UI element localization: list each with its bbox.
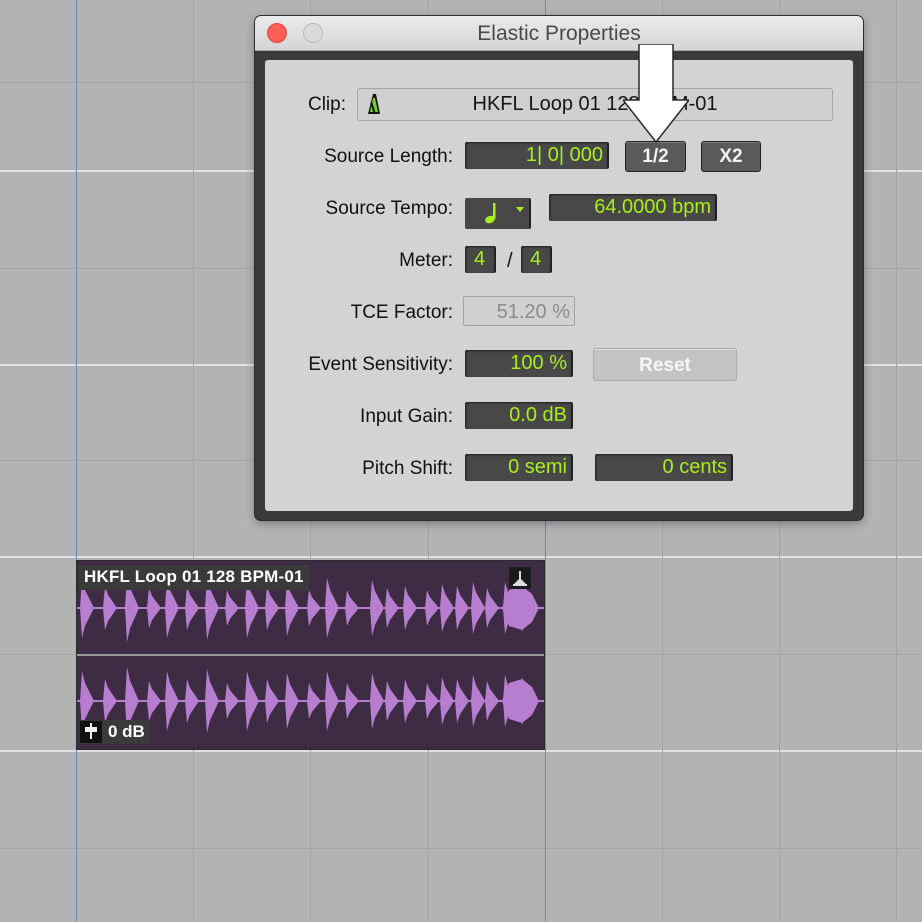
half-button[interactable]: 1/2 [625, 141, 686, 172]
tce-factor-field: 51.20 % [463, 296, 575, 326]
waveform-transient [285, 673, 299, 729]
quarter-note-icon [485, 203, 524, 224]
waveform-transient [370, 673, 384, 729]
input-gain-label: Input Gain: [360, 406, 453, 427]
clip-gain-value: 0 dB [108, 722, 145, 741]
waveform-transient [103, 679, 117, 723]
meter-numerator-field[interactable]: 4 [465, 246, 496, 273]
pointer-arrow-annotation [623, 44, 689, 144]
waveform-transient [265, 586, 279, 630]
waveform-transient [403, 586, 417, 630]
source-length-field[interactable]: 1| 0| 000 [465, 142, 609, 169]
beat-line [193, 0, 194, 922]
waveform-transient [103, 586, 117, 630]
audio-clip[interactable]: HKFL Loop 01 128 BPM-01 0 dB [76, 560, 545, 750]
properties-panel: Clip: HKFL Loop 01 128 BPM-01 Source Len… [265, 60, 853, 511]
bar-line [76, 0, 77, 922]
source-tempo-label: Source Tempo: [325, 198, 453, 219]
sync-glyph [513, 571, 527, 586]
window-title: Elastic Properties [477, 22, 641, 45]
waveform-transient [385, 681, 399, 721]
input-gain-field[interactable]: 0.0 dB [465, 402, 573, 429]
elastic-properties-window: Elastic Properties Clip: HKFL Loop 01 12… [255, 16, 863, 520]
waveform-transient [185, 586, 199, 630]
clip-gain-icon [80, 721, 102, 743]
waveform-transient [485, 588, 499, 628]
metronome-icon [368, 94, 380, 115]
waveform-transient [385, 588, 399, 628]
meter-denominator-field[interactable]: 4 [521, 246, 552, 273]
waveform-transient [225, 683, 239, 719]
waveform-transient [455, 586, 469, 630]
waveform-transient [485, 681, 499, 721]
waveform-transient [307, 683, 321, 719]
pitch-semi-field[interactable]: 0 semi [465, 454, 573, 481]
waveform-transient [225, 590, 239, 626]
clip-name-field: HKFL Loop 01 128 BPM-01 [357, 88, 833, 121]
tempo-note-selector[interactable] [465, 198, 531, 229]
waveform-transient [307, 590, 321, 626]
waveform-transient [147, 588, 161, 628]
tempo-field[interactable]: 64.0000 bpm [549, 194, 717, 221]
waveform-transient [455, 679, 469, 723]
waveform-transient [185, 679, 199, 723]
waveform-transient [325, 671, 339, 731]
waveform-transient [403, 679, 417, 723]
event-sensitivity-field[interactable]: 100 % [465, 350, 573, 377]
clip-sync-icon[interactable] [509, 567, 531, 589]
clip-label: Clip: [307, 94, 346, 115]
clip-name-label: HKFL Loop 01 128 BPM-01 [79, 565, 309, 590]
clip-gain-readout[interactable]: 0 dB [80, 720, 149, 744]
grid-line [0, 848, 922, 849]
beat-line [896, 0, 897, 922]
meter-label: Meter: [399, 250, 453, 271]
track-divider [0, 750, 922, 752]
waveform-transient [205, 669, 219, 733]
tce-factor-label: TCE Factor: [350, 302, 453, 323]
waveform-transient [265, 679, 279, 723]
source-length-label: Source Length: [324, 146, 453, 167]
track-divider [0, 556, 922, 558]
double-button[interactable]: X2 [701, 141, 761, 172]
waveform-transient [370, 580, 384, 636]
waveform-transient [440, 584, 454, 632]
waveform-transient [345, 590, 359, 626]
meter-slash: / [507, 250, 513, 272]
waveform-transient [471, 675, 485, 727]
waveform-transient [471, 582, 485, 634]
event-sensitivity-label: Event Sensitivity: [308, 354, 453, 375]
pitch-cents-field[interactable]: 0 cents [595, 454, 733, 481]
reset-button[interactable]: Reset [593, 348, 737, 381]
waveform-transient [165, 671, 179, 731]
waveform-transient [325, 578, 339, 638]
waveform-transient [425, 590, 439, 626]
waveform-transient [147, 681, 161, 721]
waveform-transient [425, 683, 439, 719]
title-bar[interactable]: Elastic Properties [255, 16, 863, 51]
waveform-transient [345, 683, 359, 719]
channel-separator [77, 654, 544, 656]
waveform-transient [440, 677, 454, 725]
waveform-transient [245, 671, 259, 731]
pitch-shift-label: Pitch Shift: [362, 458, 453, 479]
